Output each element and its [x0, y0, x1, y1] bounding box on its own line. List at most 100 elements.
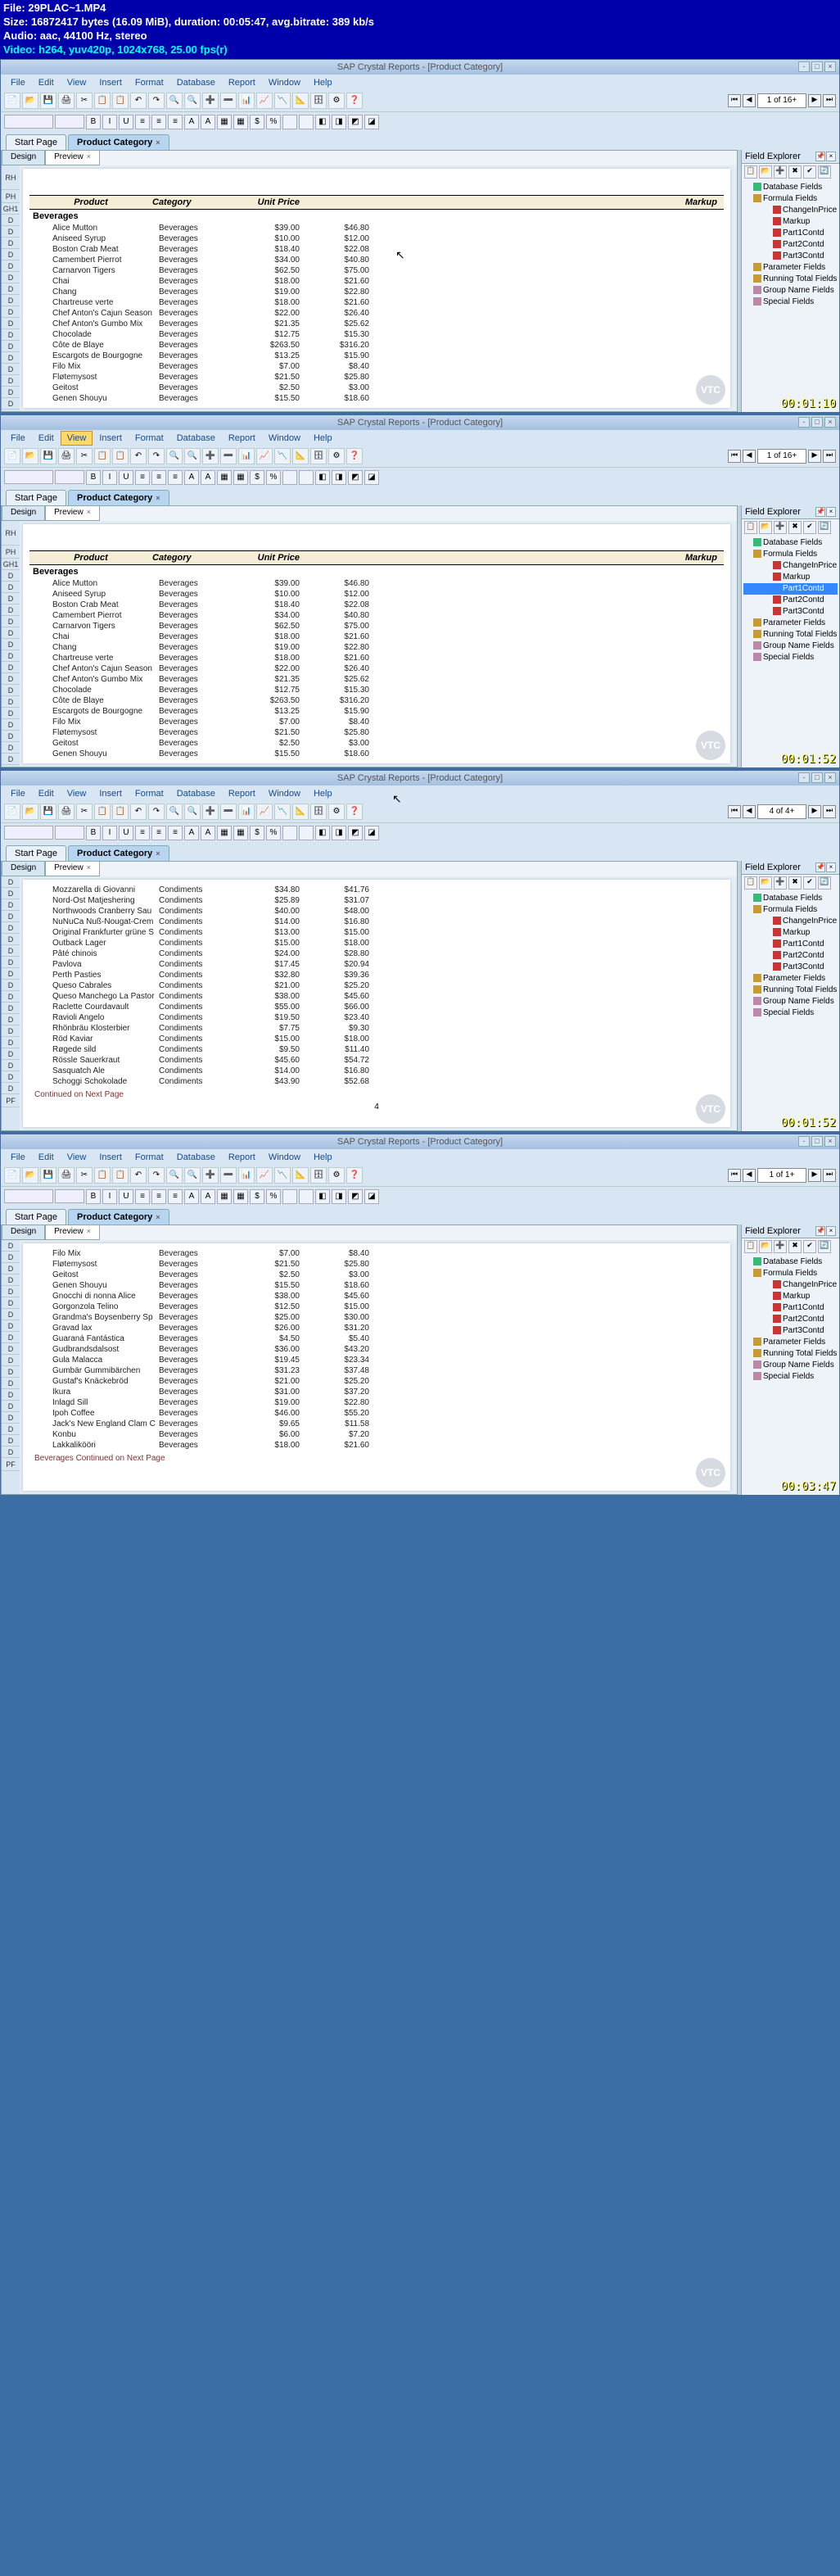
tree-formula-f_markup[interactable]: Markup: [743, 1291, 838, 1302]
tree-formula-f_p2[interactable]: Part2Contd: [743, 1314, 838, 1325]
nav-next[interactable]: ▶: [808, 1169, 821, 1182]
menu-edit[interactable]: Edit: [32, 786, 61, 801]
toolbar-btn-5[interactable]: 📋: [94, 1167, 111, 1184]
tree-special-fields[interactable]: Special Fields: [743, 652, 838, 663]
menu-help[interactable]: Help: [307, 75, 339, 90]
toolbar-btn-17[interactable]: 🗄: [310, 448, 327, 464]
menu-window[interactable]: Window: [262, 1150, 307, 1165]
toolbar-btn-0[interactable]: 📄: [4, 804, 20, 820]
exp-tb-5[interactable]: 🔄: [818, 1240, 831, 1253]
toolbar-btn-6[interactable]: 📋: [112, 93, 129, 109]
fmt-btn-3[interactable]: ≡: [135, 1189, 150, 1204]
toolbar-btn-17[interactable]: 🗄: [310, 804, 327, 820]
menu-help[interactable]: Help: [307, 1150, 339, 1165]
fmt-btn-12[interactable]: [282, 470, 297, 485]
fmt-btn-8[interactable]: ▦: [217, 115, 232, 129]
exp-tb-3[interactable]: ✖: [788, 521, 802, 534]
tab-start-page[interactable]: Start Page: [6, 1209, 66, 1225]
toolbar-btn-15[interactable]: 📉: [274, 93, 291, 109]
exp-tb-4[interactable]: ✔: [803, 1240, 816, 1253]
toolbar-btn-3[interactable]: 🖨: [58, 1167, 75, 1184]
menu-help[interactable]: Help: [307, 431, 339, 446]
tree-formula-fields[interactable]: Formula Fields: [743, 1268, 838, 1279]
font-name-field[interactable]: [4, 470, 53, 484]
toolbar-btn-0[interactable]: 📄: [4, 448, 20, 464]
fmt-btn-6[interactable]: A: [184, 826, 199, 840]
fmt-btn-7[interactable]: A: [201, 470, 215, 485]
fmt-btn-15[interactable]: ◨: [332, 115, 346, 129]
fmt-btn-6[interactable]: A: [184, 115, 199, 129]
fmt-btn-7[interactable]: A: [201, 115, 215, 129]
fmt-btn-12[interactable]: [282, 826, 297, 840]
tab-close-icon[interactable]: ×: [156, 849, 160, 858]
toolbar-btn-2[interactable]: 💾: [40, 804, 56, 820]
tab-start-page[interactable]: Start Page: [6, 134, 66, 150]
fmt-btn-4[interactable]: ≡: [151, 115, 166, 129]
fmt-btn-15[interactable]: ◨: [332, 826, 346, 840]
menu-edit[interactable]: Edit: [32, 1150, 61, 1165]
toolbar-btn-7[interactable]: ↶: [130, 1167, 147, 1184]
tab-close-icon[interactable]: ×: [156, 138, 160, 147]
subtab-design[interactable]: Design: [2, 506, 45, 521]
toolbar-btn-13[interactable]: 📊: [238, 1167, 255, 1184]
toolbar-btn-9[interactable]: 🔍: [166, 804, 183, 820]
fmt-btn-14[interactable]: ◧: [315, 115, 330, 129]
nav-prev[interactable]: ◀: [743, 450, 756, 463]
font-size-field[interactable]: [55, 470, 84, 484]
toolbar-btn-6[interactable]: 📋: [112, 448, 129, 464]
tree-formula-f_p2[interactable]: Part2Contd: [743, 239, 838, 251]
tree-formula-f_change[interactable]: ChangeInPrice: [743, 560, 838, 572]
nav-prev[interactable]: ◀: [743, 94, 756, 107]
explorer-pin-icon[interactable]: 📌: [815, 152, 825, 161]
tab-product-category[interactable]: Product Category×: [68, 1209, 169, 1225]
menu-file[interactable]: File: [4, 431, 32, 446]
toolbar-btn-11[interactable]: ➕: [202, 804, 219, 820]
toolbar-btn-9[interactable]: 🔍: [166, 448, 183, 464]
toolbar-btn-3[interactable]: 🖨: [58, 93, 75, 109]
fmt-btn-11[interactable]: %: [266, 470, 281, 485]
tree-formula-f_p3[interactable]: Part3Contd: [743, 606, 838, 618]
toolbar-btn-8[interactable]: ↷: [148, 804, 165, 820]
toolbar-btn-4[interactable]: ✂: [76, 1167, 93, 1184]
toolbar-btn-12[interactable]: ➖: [220, 1167, 237, 1184]
exp-tb-0[interactable]: 📋: [744, 165, 757, 179]
menu-file[interactable]: File: [4, 786, 32, 801]
menu-window[interactable]: Window: [262, 75, 307, 90]
toolbar-btn-9[interactable]: 🔍: [166, 1167, 183, 1184]
tree-db-fields[interactable]: Database Fields: [743, 182, 838, 193]
menu-database[interactable]: Database: [170, 1150, 222, 1165]
tree-running-total[interactable]: Running Total Fields: [743, 274, 838, 285]
fmt-btn-9[interactable]: ▦: [233, 470, 248, 485]
fmt-btn-5[interactable]: ≡: [168, 115, 183, 129]
tree-formula-f_change[interactable]: ChangeInPrice: [743, 916, 838, 927]
nav-first[interactable]: ⏮: [728, 805, 741, 818]
tab-product-category[interactable]: Product Category×: [68, 134, 169, 150]
toolbar-btn-19[interactable]: ❓: [346, 448, 363, 464]
exp-tb-2[interactable]: ➕: [774, 876, 787, 890]
fmt-btn-2[interactable]: U: [119, 470, 133, 485]
fmt-btn-4[interactable]: ≡: [151, 826, 166, 840]
toolbar-btn-15[interactable]: 📉: [274, 448, 291, 464]
tree-db-fields[interactable]: Database Fields: [743, 893, 838, 904]
toolbar-btn-10[interactable]: 🔍: [184, 1167, 201, 1184]
minimize-button[interactable]: -: [798, 61, 810, 72]
toolbar-btn-13[interactable]: 📊: [238, 93, 255, 109]
fmt-btn-5[interactable]: ≡: [168, 826, 183, 840]
close-button[interactable]: ×: [824, 417, 836, 428]
menu-report[interactable]: Report: [222, 786, 262, 801]
fmt-btn-12[interactable]: [282, 1189, 297, 1204]
tree-db-fields[interactable]: Database Fields: [743, 537, 838, 549]
tree-parameter-fields[interactable]: Parameter Fields: [743, 1337, 838, 1348]
subtab-close-icon[interactable]: ×: [87, 1227, 91, 1235]
toolbar-btn-15[interactable]: 📉: [274, 804, 291, 820]
toolbar-btn-0[interactable]: 📄: [4, 93, 20, 109]
toolbar-btn-13[interactable]: 📊: [238, 448, 255, 464]
toolbar-btn-9[interactable]: 🔍: [166, 93, 183, 109]
exp-tb-0[interactable]: 📋: [744, 521, 757, 534]
toolbar-btn-18[interactable]: ⚙: [328, 93, 345, 109]
menu-database[interactable]: Database: [170, 431, 222, 446]
menu-report[interactable]: Report: [222, 75, 262, 90]
nav-last[interactable]: ⏭: [823, 1169, 836, 1182]
menu-insert[interactable]: Insert: [93, 431, 129, 446]
toolbar-btn-1[interactable]: 📂: [22, 804, 38, 820]
